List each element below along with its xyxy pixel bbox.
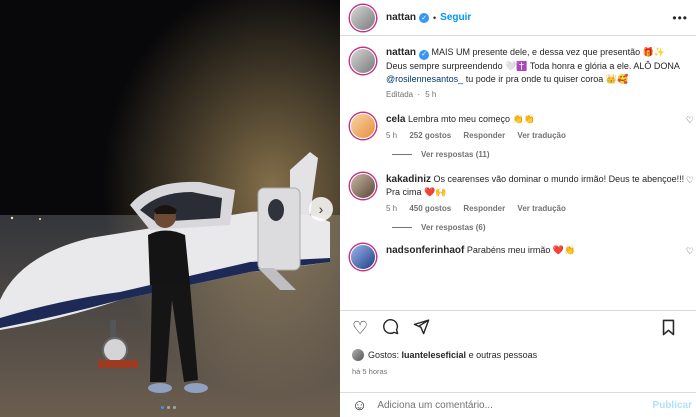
post-photo[interactable]: › <box>0 0 340 417</box>
view-replies-label: Ver respostas (6) <box>421 222 486 232</box>
liker-avatar <box>352 349 364 361</box>
post-timestamp: há 5 horas <box>352 367 388 376</box>
caption-edited: Editada <box>386 89 414 99</box>
comment-author[interactable]: nadsonferinhaof <box>386 245 464 256</box>
comment-time: 5 h <box>386 203 398 213</box>
carousel-next-button[interactable]: › <box>309 197 333 221</box>
view-replies-button[interactable]: Ver respostas (11) <box>392 150 696 159</box>
comment-avatar[interactable] <box>350 243 376 270</box>
caption-body-end: tu pode ir pra onde tu quiser coroa 👑🥰 <box>463 73 629 84</box>
verified-badge-icon: ✓ <box>419 12 429 23</box>
separator-dot: · <box>415 89 423 99</box>
comment-input[interactable]: Adiciona um comentário... <box>377 400 493 411</box>
reply-button[interactable]: Responder <box>463 204 505 213</box>
jet-photo-illustration <box>0 0 340 417</box>
comment-body: Lembra mto meu começo 👏👏 <box>407 113 535 124</box>
comment-item: cela Lembra mto meu começo 👏👏 5 h 252 go… <box>340 112 696 140</box>
translate-button[interactable]: Ver tradução <box>517 204 565 213</box>
author-avatar[interactable] <box>350 4 376 31</box>
replies-divider <box>392 153 412 155</box>
comment-author[interactable]: cela <box>386 114 405 125</box>
caption-text: nattan ✓ MAIS UM presente dele, e dessa v… <box>386 46 686 86</box>
comment-text: cela Lembra mto meu começo 👏👏 <box>386 113 686 126</box>
follow-button[interactable]: Seguir <box>440 12 471 23</box>
comment-time: 5 h <box>386 130 398 140</box>
caption: nattan ✓ MAIS UM presente dele, e dessa v… <box>340 40 696 99</box>
comment-text: nadsonferinhaof Parabéns meu irmão ❤️👏 <box>386 244 686 257</box>
carousel-dot <box>167 406 170 409</box>
likes-suffix: e outras pessoas <box>468 350 538 360</box>
view-replies-label: Ver respostas (11) <box>421 149 490 159</box>
bookmark-icon[interactable] <box>661 319 676 339</box>
comment-likes[interactable]: 450 gostos <box>409 204 451 213</box>
add-comment-bar: ☺ Adiciona um comentário... Publicar <box>340 392 696 417</box>
likes-summary[interactable]: Gostos: luanteleseficial e outras pessoa… <box>352 349 537 361</box>
caption-mention[interactable]: @rosilennesantos_ <box>386 74 463 84</box>
comment-like-heart-icon[interactable]: ♡ <box>686 246 694 257</box>
comment-item: kakadiniz Os cearenses vão dominar o mun… <box>340 172 696 213</box>
post-header: nattan ✓ • Seguir ••• <box>340 0 696 36</box>
verified-badge-icon: ✓ <box>419 49 429 60</box>
comment-avatar[interactable] <box>350 112 376 139</box>
caption-avatar[interactable] <box>350 48 376 74</box>
comment-likes[interactable]: 252 gostos <box>409 131 451 140</box>
more-options-icon[interactable]: ••• <box>672 11 688 25</box>
liker-username[interactable]: luanteleseficial <box>402 350 467 360</box>
comment-like-heart-icon[interactable]: ♡ <box>686 115 694 126</box>
post-side-panel: nattan ✓ • Seguir ••• nattan ✓ MAIS UM pr… <box>340 0 696 417</box>
comment-icon[interactable] <box>382 318 399 338</box>
comment-item: nadsonferinhaof Parabéns meu irmão ❤️👏 ♡ <box>340 243 696 270</box>
caption-author[interactable]: nattan <box>386 47 416 58</box>
share-icon[interactable] <box>413 318 430 338</box>
caption-meta: Editada · 5 h <box>386 90 686 99</box>
chevron-right-icon: › <box>318 201 324 217</box>
publish-button[interactable]: Publicar <box>653 400 692 411</box>
comment-avatar[interactable] <box>350 172 376 199</box>
replies-divider <box>392 226 412 228</box>
translate-button[interactable]: Ver tradução <box>517 131 565 140</box>
heart-icon[interactable]: ♡ <box>352 319 368 337</box>
comment-body: Os cearenses vão dominar o mundo irmão! … <box>386 173 685 197</box>
emoji-icon[interactable]: ☺ <box>352 397 367 414</box>
post-actions-bar: ♡ <box>340 310 696 344</box>
caption-body: MAIS UM presente dele, e dessa vez que p… <box>386 47 680 71</box>
separator-dot: • <box>433 12 437 23</box>
comment-meta: 5 h 252 gostos Responder Ver tradução <box>386 131 686 140</box>
comment-meta: 5 h 450 gostos Responder Ver tradução <box>386 204 686 213</box>
comments-list[interactable]: nattan ✓ MAIS UM presente dele, e dessa v… <box>340 40 696 312</box>
comment-text: kakadiniz Os cearenses vão dominar o mun… <box>386 173 686 199</box>
comment-body: Parabéns meu irmão ❤️👏 <box>466 244 576 255</box>
comment-like-heart-icon[interactable]: ♡ <box>686 175 694 186</box>
caption-time: 5 h <box>425 89 437 99</box>
likes-prefix: Gostos: <box>368 350 400 360</box>
carousel-dot <box>173 406 176 409</box>
comment-author[interactable]: kakadiniz <box>386 174 431 185</box>
carousel-dot-active <box>161 406 164 409</box>
carousel-dots <box>161 406 176 409</box>
reply-button[interactable]: Responder <box>463 131 505 140</box>
view-replies-button[interactable]: Ver respostas (6) <box>392 223 696 232</box>
author-username[interactable]: nattan <box>386 12 416 23</box>
